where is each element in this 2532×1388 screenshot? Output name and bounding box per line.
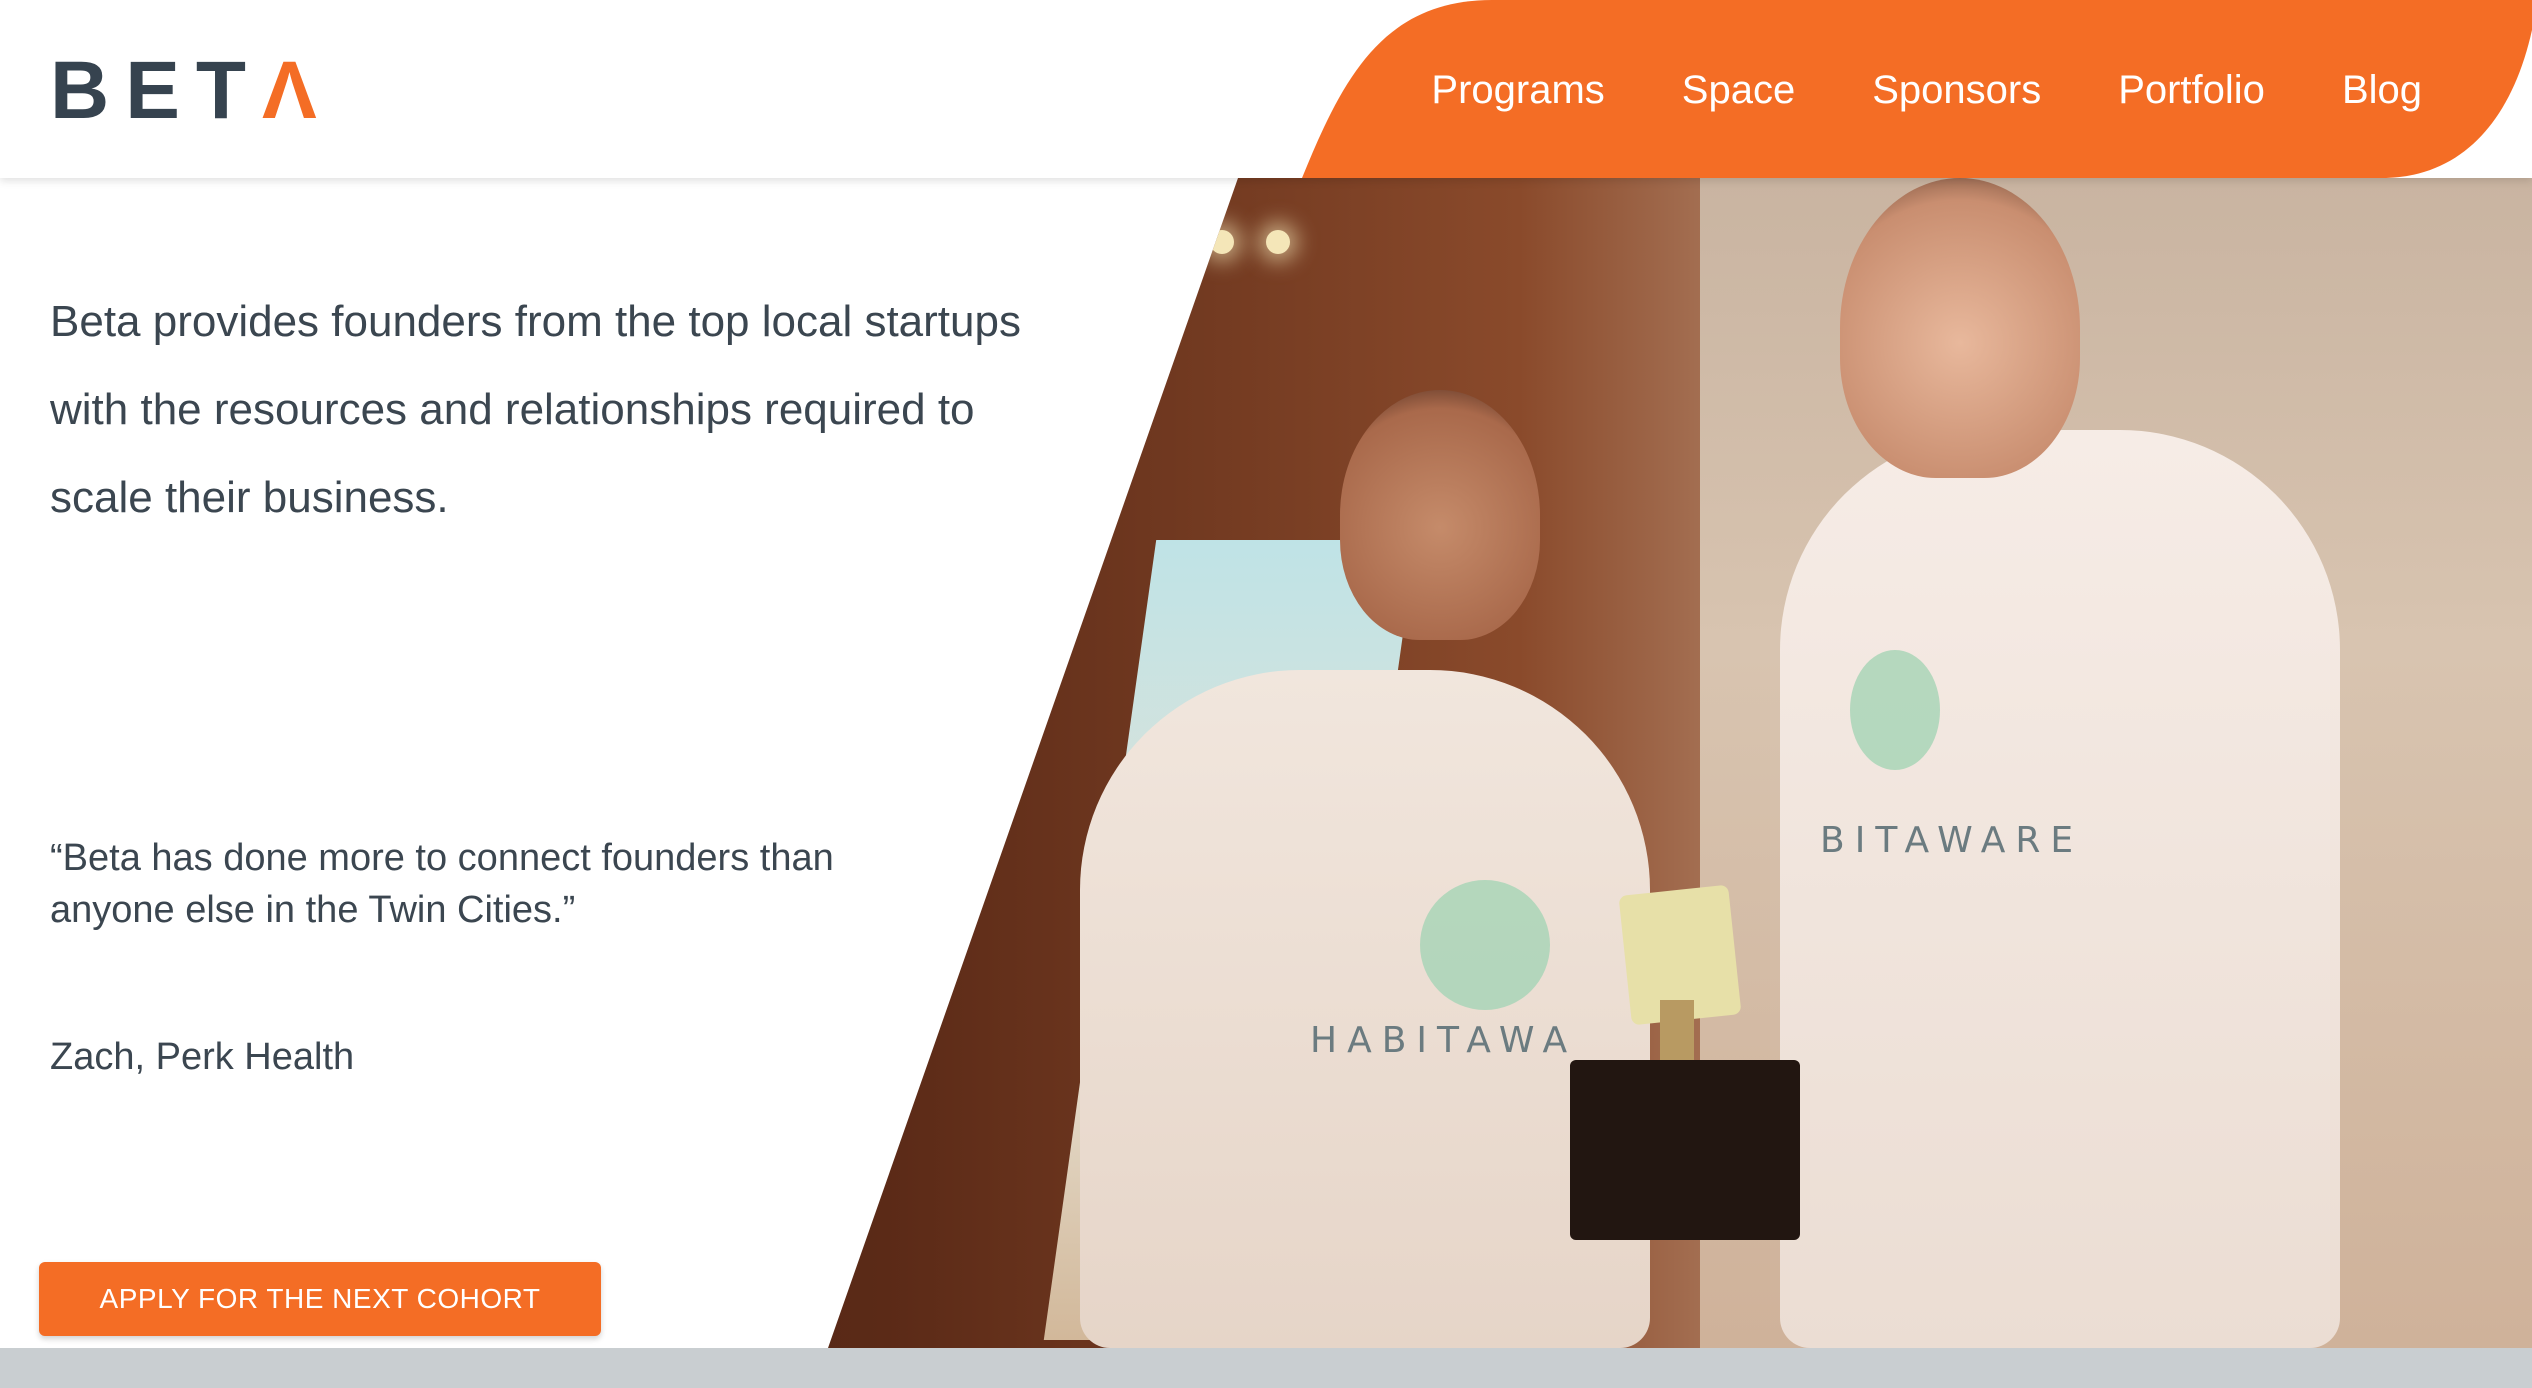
shirt-logo-icon [1850, 650, 1940, 770]
nav-link-space[interactable]: Space [1682, 60, 1795, 120]
hero-photo: HABITAWA BITAWARE [828, 178, 2532, 1348]
man-figure [1780, 430, 2340, 1348]
logo-text: BET [50, 45, 262, 136]
nav-link-blog[interactable]: Blog [2342, 60, 2422, 120]
trophy-base [1570, 1060, 1800, 1240]
logo-accent-icon: Λ [262, 45, 333, 136]
shirt-logo-icon [1420, 880, 1550, 1010]
apply-cohort-button[interactable]: APPLY FOR THE NEXT COHORT [39, 1262, 601, 1336]
man-head [1840, 178, 2080, 478]
woman-head [1340, 390, 1540, 640]
beta-logo[interactable]: BETΛ [50, 50, 333, 132]
nav-link-sponsors[interactable]: Sponsors [1872, 60, 2041, 120]
shirt-text: BITAWARE [1820, 820, 2084, 861]
testimonial-attribution: Zach, Perk Health [50, 1036, 355, 1078]
nav-link-portfolio[interactable]: Portfolio [2118, 60, 2265, 120]
hero-section: HABITAWA BITAWARE [0, 0, 2532, 1388]
nav-link-programs[interactable]: Programs [1431, 60, 1604, 120]
testimonial-quote: “Beta has done more to connect founders … [50, 837, 834, 931]
photo-lights [1210, 230, 1300, 260]
shirt-text: HABITAWA [1310, 1020, 1578, 1061]
main-nav: Programs Space Sponsors Portfolio Blog [1431, 60, 2422, 120]
hero-lead-text: Beta provides founders from the top loca… [50, 297, 1021, 522]
woman-figure [1080, 670, 1650, 1348]
footer-band [0, 1348, 2532, 1388]
